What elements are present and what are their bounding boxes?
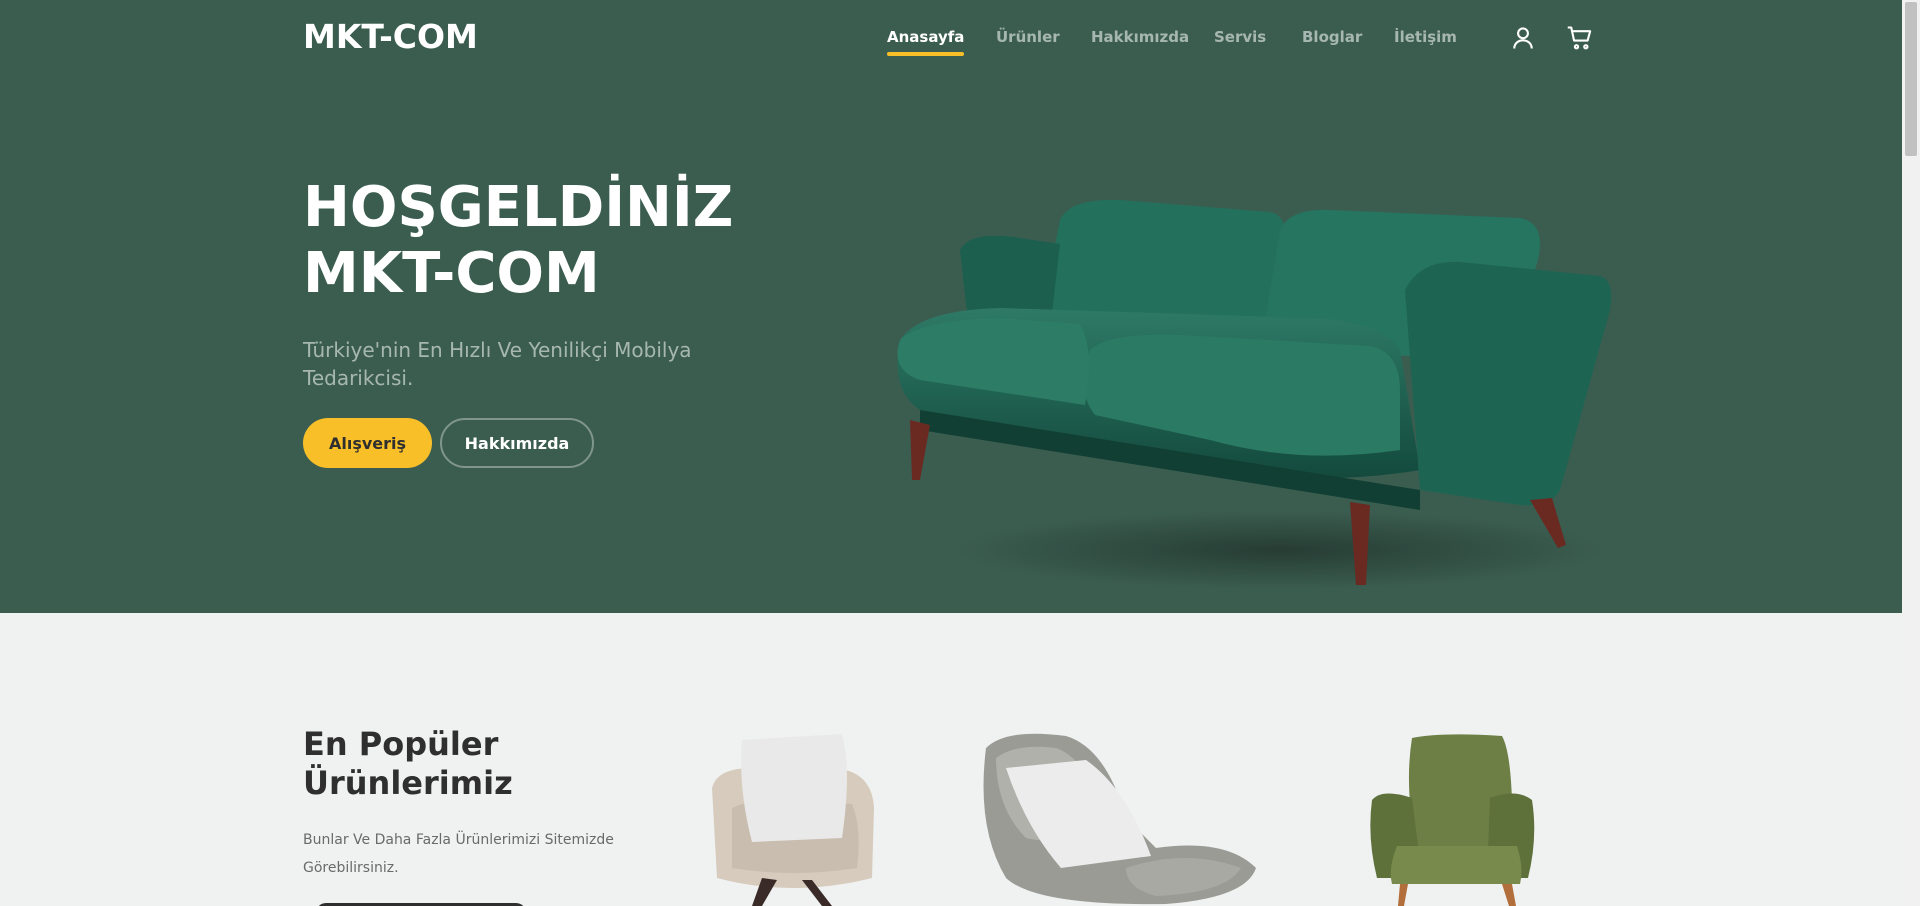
- scrollbar-thumb[interactable]: [1905, 2, 1917, 156]
- sofa-image: [880, 190, 1620, 600]
- nav-item-label: Anasayfa: [887, 28, 965, 46]
- nav-item-servis[interactable]: Servis: [1214, 28, 1266, 46]
- popular-products-title: En Popüler Ürünlerimiz: [303, 725, 513, 803]
- nav-item-hakkimizda[interactable]: Hakkımızda: [1091, 28, 1189, 46]
- nav-item-label: Hakkımızda: [1091, 28, 1190, 46]
- user-icon[interactable]: [1509, 24, 1537, 52]
- product-chair-green[interactable]: [1352, 728, 1544, 906]
- hero-title-line2: MKT-COM: [303, 241, 600, 306]
- about-button[interactable]: Hakkımızda: [440, 418, 594, 468]
- nav-item-label: Bloglar: [1302, 28, 1363, 46]
- nav-item-iletisim[interactable]: İletişim: [1394, 28, 1457, 46]
- nav-item-anasayfa[interactable]: Anasayfa: [887, 28, 965, 56]
- nav-active-underline: [887, 52, 965, 56]
- nav-item-urunler[interactable]: Ürünler: [996, 28, 1060, 46]
- brand-logo[interactable]: MKT-COM: [303, 17, 478, 56]
- page-scrollbar[interactable]: [1902, 0, 1920, 906]
- cart-icon[interactable]: [1566, 24, 1594, 52]
- hero-section: MKT-COM Anasayfa Ürünler Hakkımızda Serv…: [0, 0, 1902, 613]
- product-lounge-chair-grey[interactable]: [976, 728, 1262, 906]
- popular-title-line2: Ürünlerimiz: [303, 764, 513, 802]
- popular-title-line1: En Popüler: [303, 725, 499, 763]
- hero-title: HOŞGELDİNİZ MKT-COM: [303, 175, 733, 307]
- product-armchair-beige[interactable]: [692, 728, 892, 906]
- hero-title-line1: HOŞGELDİNİZ: [303, 175, 734, 240]
- nav-item-bloglar[interactable]: Bloglar: [1302, 28, 1362, 46]
- nav-item-label: Ürünler: [996, 28, 1060, 46]
- hero-subtitle: Türkiye'nin En Hızlı Ve Yenilikçi Mobily…: [303, 338, 692, 390]
- nav-item-label: İletişim: [1394, 28, 1457, 46]
- popular-products-description: Bunlar Ve Daha Fazla Ürünlerimizi Sitemi…: [303, 832, 614, 876]
- shop-button[interactable]: Alışveriş: [303, 418, 432, 468]
- nav-item-label: Servis: [1214, 28, 1267, 46]
